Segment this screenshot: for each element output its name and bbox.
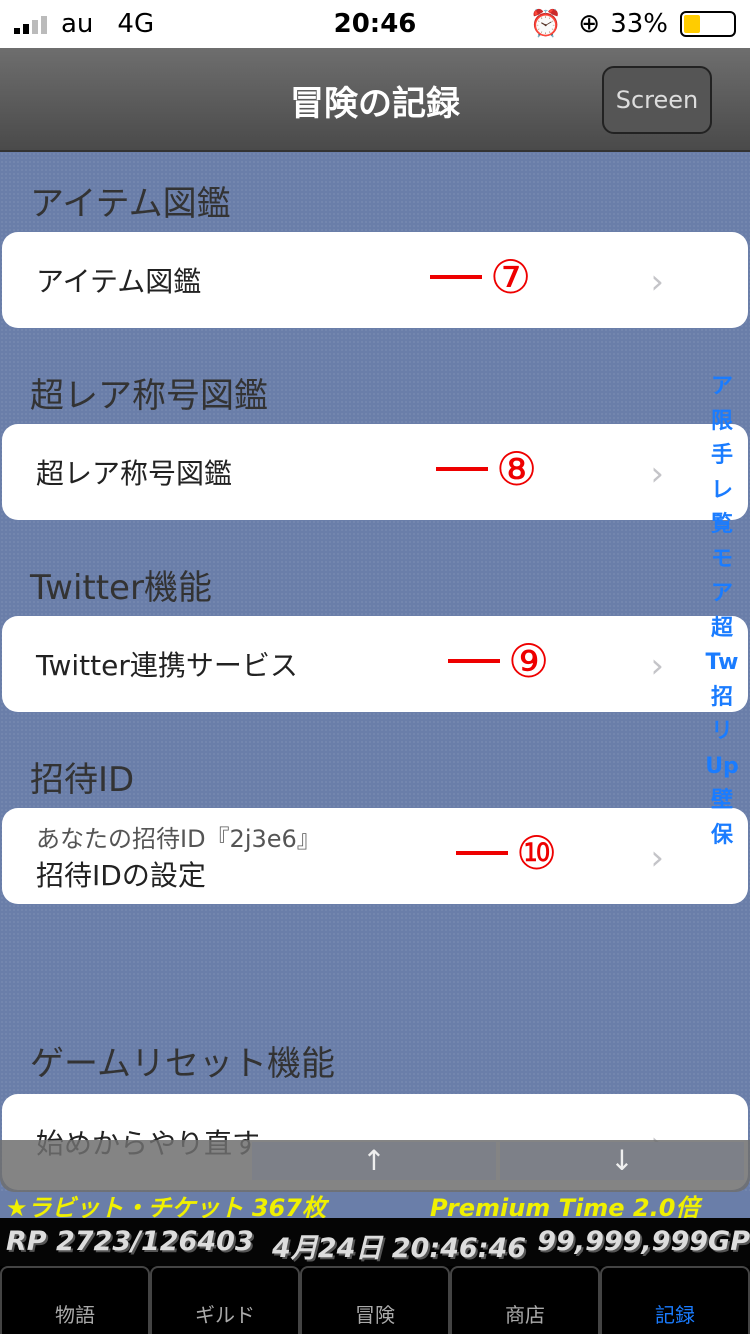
ticket-bar: ★ラビット・チケット 367枚 Premium Time 2.0倍 xyxy=(0,1186,750,1222)
date-time: 4月24日 20:46:46 xyxy=(272,1233,527,1264)
section-header: ゲームリセット機能 xyxy=(30,1044,335,1084)
alarm-icon: ⏰ xyxy=(529,9,562,39)
chevron-right-icon: › xyxy=(650,646,664,686)
scroll-bar: ↑ ↓ xyxy=(0,1140,750,1192)
battery-percent: 33% xyxy=(610,9,668,39)
section-index[interactable]: ア 限 手 レ 覧 モ ア 超 Tw 招 リ Up 壁 保 xyxy=(702,370,742,853)
invite-id-cell[interactable]: あなたの招待ID『2j3e6』 招待IDの設定 › xyxy=(2,808,748,904)
status-bar: au 4G 20:46 ⊕ ⏰ 33% xyxy=(0,0,750,48)
section-header: Twitter機能 xyxy=(30,568,212,608)
screen-button[interactable]: Screen xyxy=(602,66,712,134)
index-item[interactable]: 保 xyxy=(711,819,733,854)
index-item[interactable]: 覧 xyxy=(711,508,733,543)
chevron-right-icon: › xyxy=(650,262,664,302)
tab-guild[interactable]: ギルド xyxy=(150,1266,300,1334)
scroll-up-button[interactable]: ↑ xyxy=(252,1142,496,1180)
cell-label: Twitter連携サービス xyxy=(36,649,298,682)
index-item[interactable]: 限 xyxy=(711,405,733,440)
settings-list[interactable]: アイテム図鑑 アイテム図鑑 › ⑦ 超レア称号図鑑 超レア称号図鑑 › ⑧ Twit… xyxy=(0,152,750,1192)
gp-value: 99,999,999GP xyxy=(537,1226,750,1257)
index-item[interactable]: 超 xyxy=(711,612,733,647)
cell-label: アイテム図鑑 xyxy=(36,265,202,298)
index-item[interactable]: レ xyxy=(711,474,733,509)
section-header: 超レア称号図鑑 xyxy=(30,376,268,416)
chevron-right-icon: › xyxy=(650,454,664,494)
annotation-mark: ⑧ xyxy=(436,442,537,496)
info-bar: RP 2723/126403 4月24日 20:46:46 99,999,999… xyxy=(0,1218,750,1266)
index-item[interactable]: 手 xyxy=(711,439,733,474)
rotation-lock-icon: ⊕ xyxy=(578,9,600,39)
cell-label: 招待IDの設定 xyxy=(36,858,206,892)
index-item[interactable]: Up xyxy=(705,750,739,785)
tab-records[interactable]: 記録 xyxy=(600,1266,750,1334)
chevron-right-icon: › xyxy=(650,838,664,878)
tab-adventure[interactable]: 冒険 xyxy=(300,1266,450,1334)
navigation-bar: 冒険の記録 Screen xyxy=(0,48,750,152)
cell-subtitle: あなたの招待ID『2j3e6』 xyxy=(36,824,321,853)
index-item[interactable]: ア xyxy=(711,577,733,612)
cell-label: 超レア称号図鑑 xyxy=(36,457,233,490)
tab-story[interactable]: 物語 xyxy=(0,1266,150,1334)
section-header: 招待ID xyxy=(30,760,135,800)
index-item[interactable]: 壁 xyxy=(711,784,733,819)
item-encyclopedia-cell[interactable]: アイテム図鑑 › xyxy=(2,232,748,328)
index-item[interactable]: Tw xyxy=(706,646,739,681)
index-item[interactable]: リ xyxy=(711,715,733,750)
annotation-mark: ⑦ xyxy=(430,250,531,304)
annotation-mark: ⑨ xyxy=(448,634,549,688)
tab-shop[interactable]: 商店 xyxy=(450,1266,600,1334)
index-item[interactable]: モ xyxy=(711,543,733,578)
scroll-down-button[interactable]: ↓ xyxy=(500,1142,744,1180)
annotation-mark: ⑩ xyxy=(456,826,557,880)
title-encyclopedia-cell[interactable]: 超レア称号図鑑 › xyxy=(2,424,748,520)
index-item[interactable]: 招 xyxy=(711,681,733,716)
index-item[interactable]: ア xyxy=(711,370,733,405)
twitter-cell[interactable]: Twitter連携サービス › xyxy=(2,616,748,712)
tab-bar: 物語 ギルド 冒険 商店 記録 xyxy=(0,1266,750,1334)
battery-icon xyxy=(680,11,736,37)
rp-value: RP 2723/126403 xyxy=(6,1226,254,1257)
section-header: アイテム図鑑 xyxy=(30,184,231,224)
